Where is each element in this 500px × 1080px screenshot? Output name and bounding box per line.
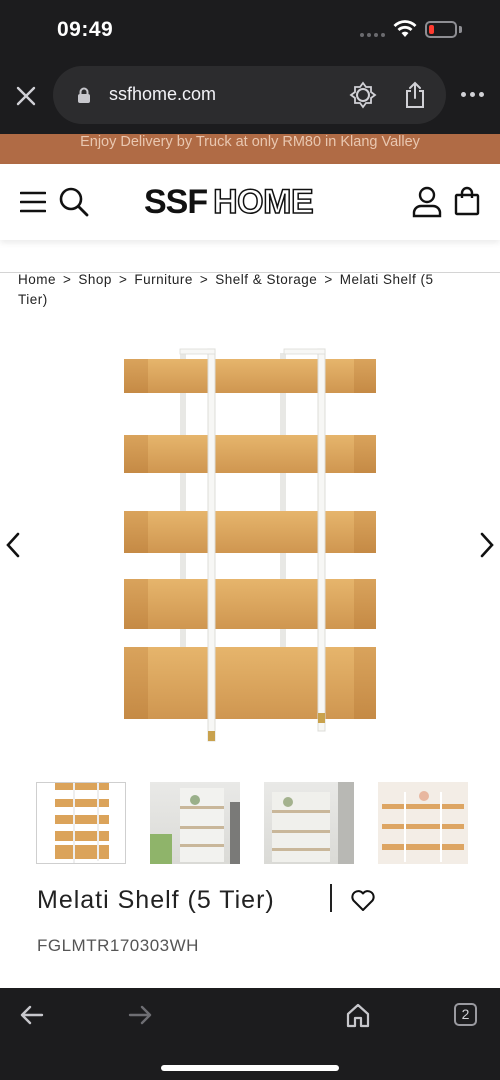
thumbnail-2[interactable]: [150, 782, 240, 864]
next-image-arrow-icon[interactable]: [478, 530, 496, 560]
thumbnail-4[interactable]: [378, 782, 468, 864]
status-bar: 09:49: [0, 0, 500, 60]
lock-icon: [78, 87, 90, 103]
title-separator: [330, 884, 332, 912]
shopping-bag-icon[interactable]: [454, 186, 480, 216]
status-time: 09:49: [57, 18, 114, 41]
cellular-signal-icon: [360, 33, 385, 37]
product-main-image[interactable]: [118, 345, 383, 750]
url-field[interactable]: ssfhome.com: [53, 66, 446, 124]
home-icon[interactable]: [345, 1002, 371, 1028]
product-sku: FGLMTR170303WH: [37, 936, 199, 955]
back-arrow-icon[interactable]: [20, 1004, 44, 1026]
product-title: Melati Shelf (5 Tier): [37, 886, 275, 914]
thumbnail-strip: [36, 782, 468, 864]
site-header: SSF HOME: [0, 164, 500, 240]
tab-count-button[interactable]: 2: [454, 1003, 477, 1026]
search-icon[interactable]: [58, 186, 90, 218]
battery-cap: [459, 26, 462, 33]
more-icon[interactable]: [461, 92, 484, 97]
browser-address-bar: ssfhome.com: [0, 60, 500, 134]
share-icon[interactable]: [403, 81, 427, 109]
home-indicator: [161, 1065, 339, 1071]
promo-text: Enjoy Delivery by Truck at only RM80 in …: [80, 134, 420, 150]
thumbnail-1[interactable]: [36, 782, 126, 864]
breadcrumb-separator: >: [63, 272, 72, 287]
account-icon[interactable]: [412, 186, 442, 218]
promo-banner[interactable]: Enjoy Delivery by Truck at only RM80 in …: [0, 134, 500, 164]
forward-arrow-icon[interactable]: [128, 1004, 152, 1026]
breadcrumb-separator: >: [324, 272, 333, 287]
breadcrumb-home[interactable]: Home: [18, 272, 56, 287]
close-icon[interactable]: [14, 84, 38, 108]
breadcrumb-separator: >: [118, 272, 128, 287]
thumbnail-3[interactable]: [264, 782, 354, 864]
menu-icon[interactable]: [20, 191, 46, 213]
site-logo[interactable]: SSF HOME: [144, 182, 314, 222]
breadcrumb-separator: >: [199, 272, 209, 287]
breadcrumb-shelf-storage[interactable]: Shelf & Storage: [215, 272, 317, 287]
url-text: ssfhome.com: [109, 84, 217, 104]
breadcrumb-shop[interactable]: Shop: [78, 272, 112, 287]
reader-mode-icon[interactable]: [349, 81, 377, 109]
logo-outline-text: HOME: [212, 182, 314, 222]
breadcrumb: Home > Shop > Furniture > Shelf & Storage > Mela…: [18, 270, 458, 310]
wifi-icon: [393, 20, 417, 37]
heart-icon[interactable]: [350, 889, 376, 912]
battery-icon: [425, 21, 457, 38]
previous-image-arrow-icon[interactable]: [4, 530, 22, 560]
breadcrumb-furniture[interactable]: Furniture: [134, 272, 193, 287]
logo-bold-text: SSF: [144, 182, 208, 221]
